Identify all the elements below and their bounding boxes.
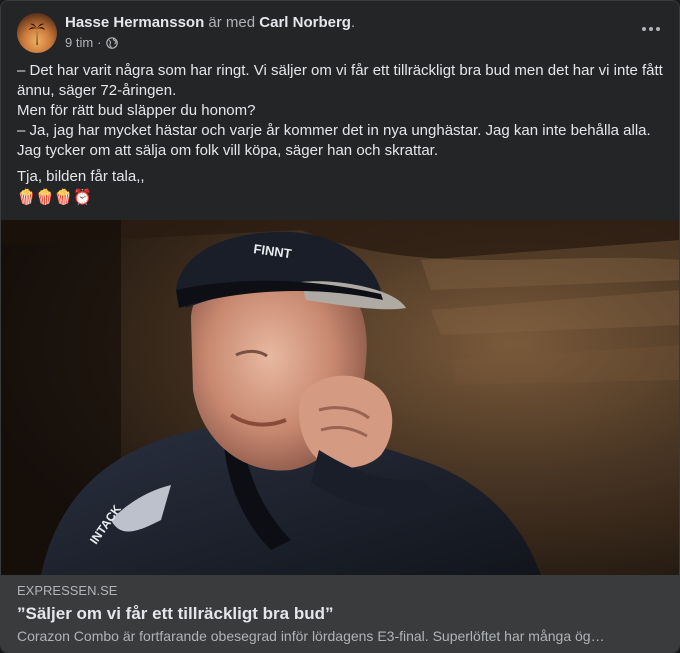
post-author-line: Hasse Hermansson är med Carl Norberg.: [65, 14, 355, 32]
link-domain: EXPRESSEN.SE: [17, 583, 118, 598]
post-paragraph: Men för rätt bud släpper du honom?: [17, 102, 256, 119]
author-name-link[interactable]: Hasse Hermansson: [65, 14, 204, 31]
meta-separator: ·: [97, 35, 102, 50]
post-body: – Det har varit några som har ringt. Vi …: [17, 61, 667, 208]
emoji-line: 🍿🍿🍿⏰: [17, 189, 92, 206]
post-paragraph: Tja, bilden får tala,,: [17, 168, 145, 185]
post-card: Hasse Hermansson är med Carl Norberg. 9 …: [0, 0, 680, 653]
link-description: Corazon Combo är fortfarande obesegrad i…: [17, 628, 605, 644]
more-dot: [642, 27, 646, 31]
man-in-cap-photo: FINNT INTACK: [1, 220, 679, 575]
more-options-button[interactable]: [635, 17, 667, 41]
link-preview[interactable]: EXPRESSEN.SE ”Säljer om vi får ett tillr…: [1, 575, 679, 652]
palm-tree-icon: [29, 23, 45, 45]
tagged-name-link[interactable]: Carl Norberg: [259, 14, 351, 31]
more-dot: [649, 27, 653, 31]
link-title[interactable]: ”Säljer om vi får ett tillräckligt bra b…: [17, 603, 665, 625]
author-avatar[interactable]: [17, 13, 57, 53]
timestamp-link[interactable]: 9 tim: [65, 35, 93, 50]
more-dot: [656, 27, 660, 31]
link-preview-image[interactable]: FINNT INTACK: [1, 220, 679, 575]
post-paragraph: – Det har varit några som har ringt. Vi …: [17, 62, 663, 99]
post-meta: 9 tim ·: [65, 35, 118, 50]
with-text: är med: [208, 14, 256, 31]
globe-icon[interactable]: [105, 36, 118, 49]
post-paragraph: – Ja, jag har mycket hästar och varje år…: [17, 122, 651, 159]
period-text: .: [350, 14, 356, 31]
post-header: Hasse Hermansson är med Carl Norberg. 9 …: [17, 13, 663, 53]
